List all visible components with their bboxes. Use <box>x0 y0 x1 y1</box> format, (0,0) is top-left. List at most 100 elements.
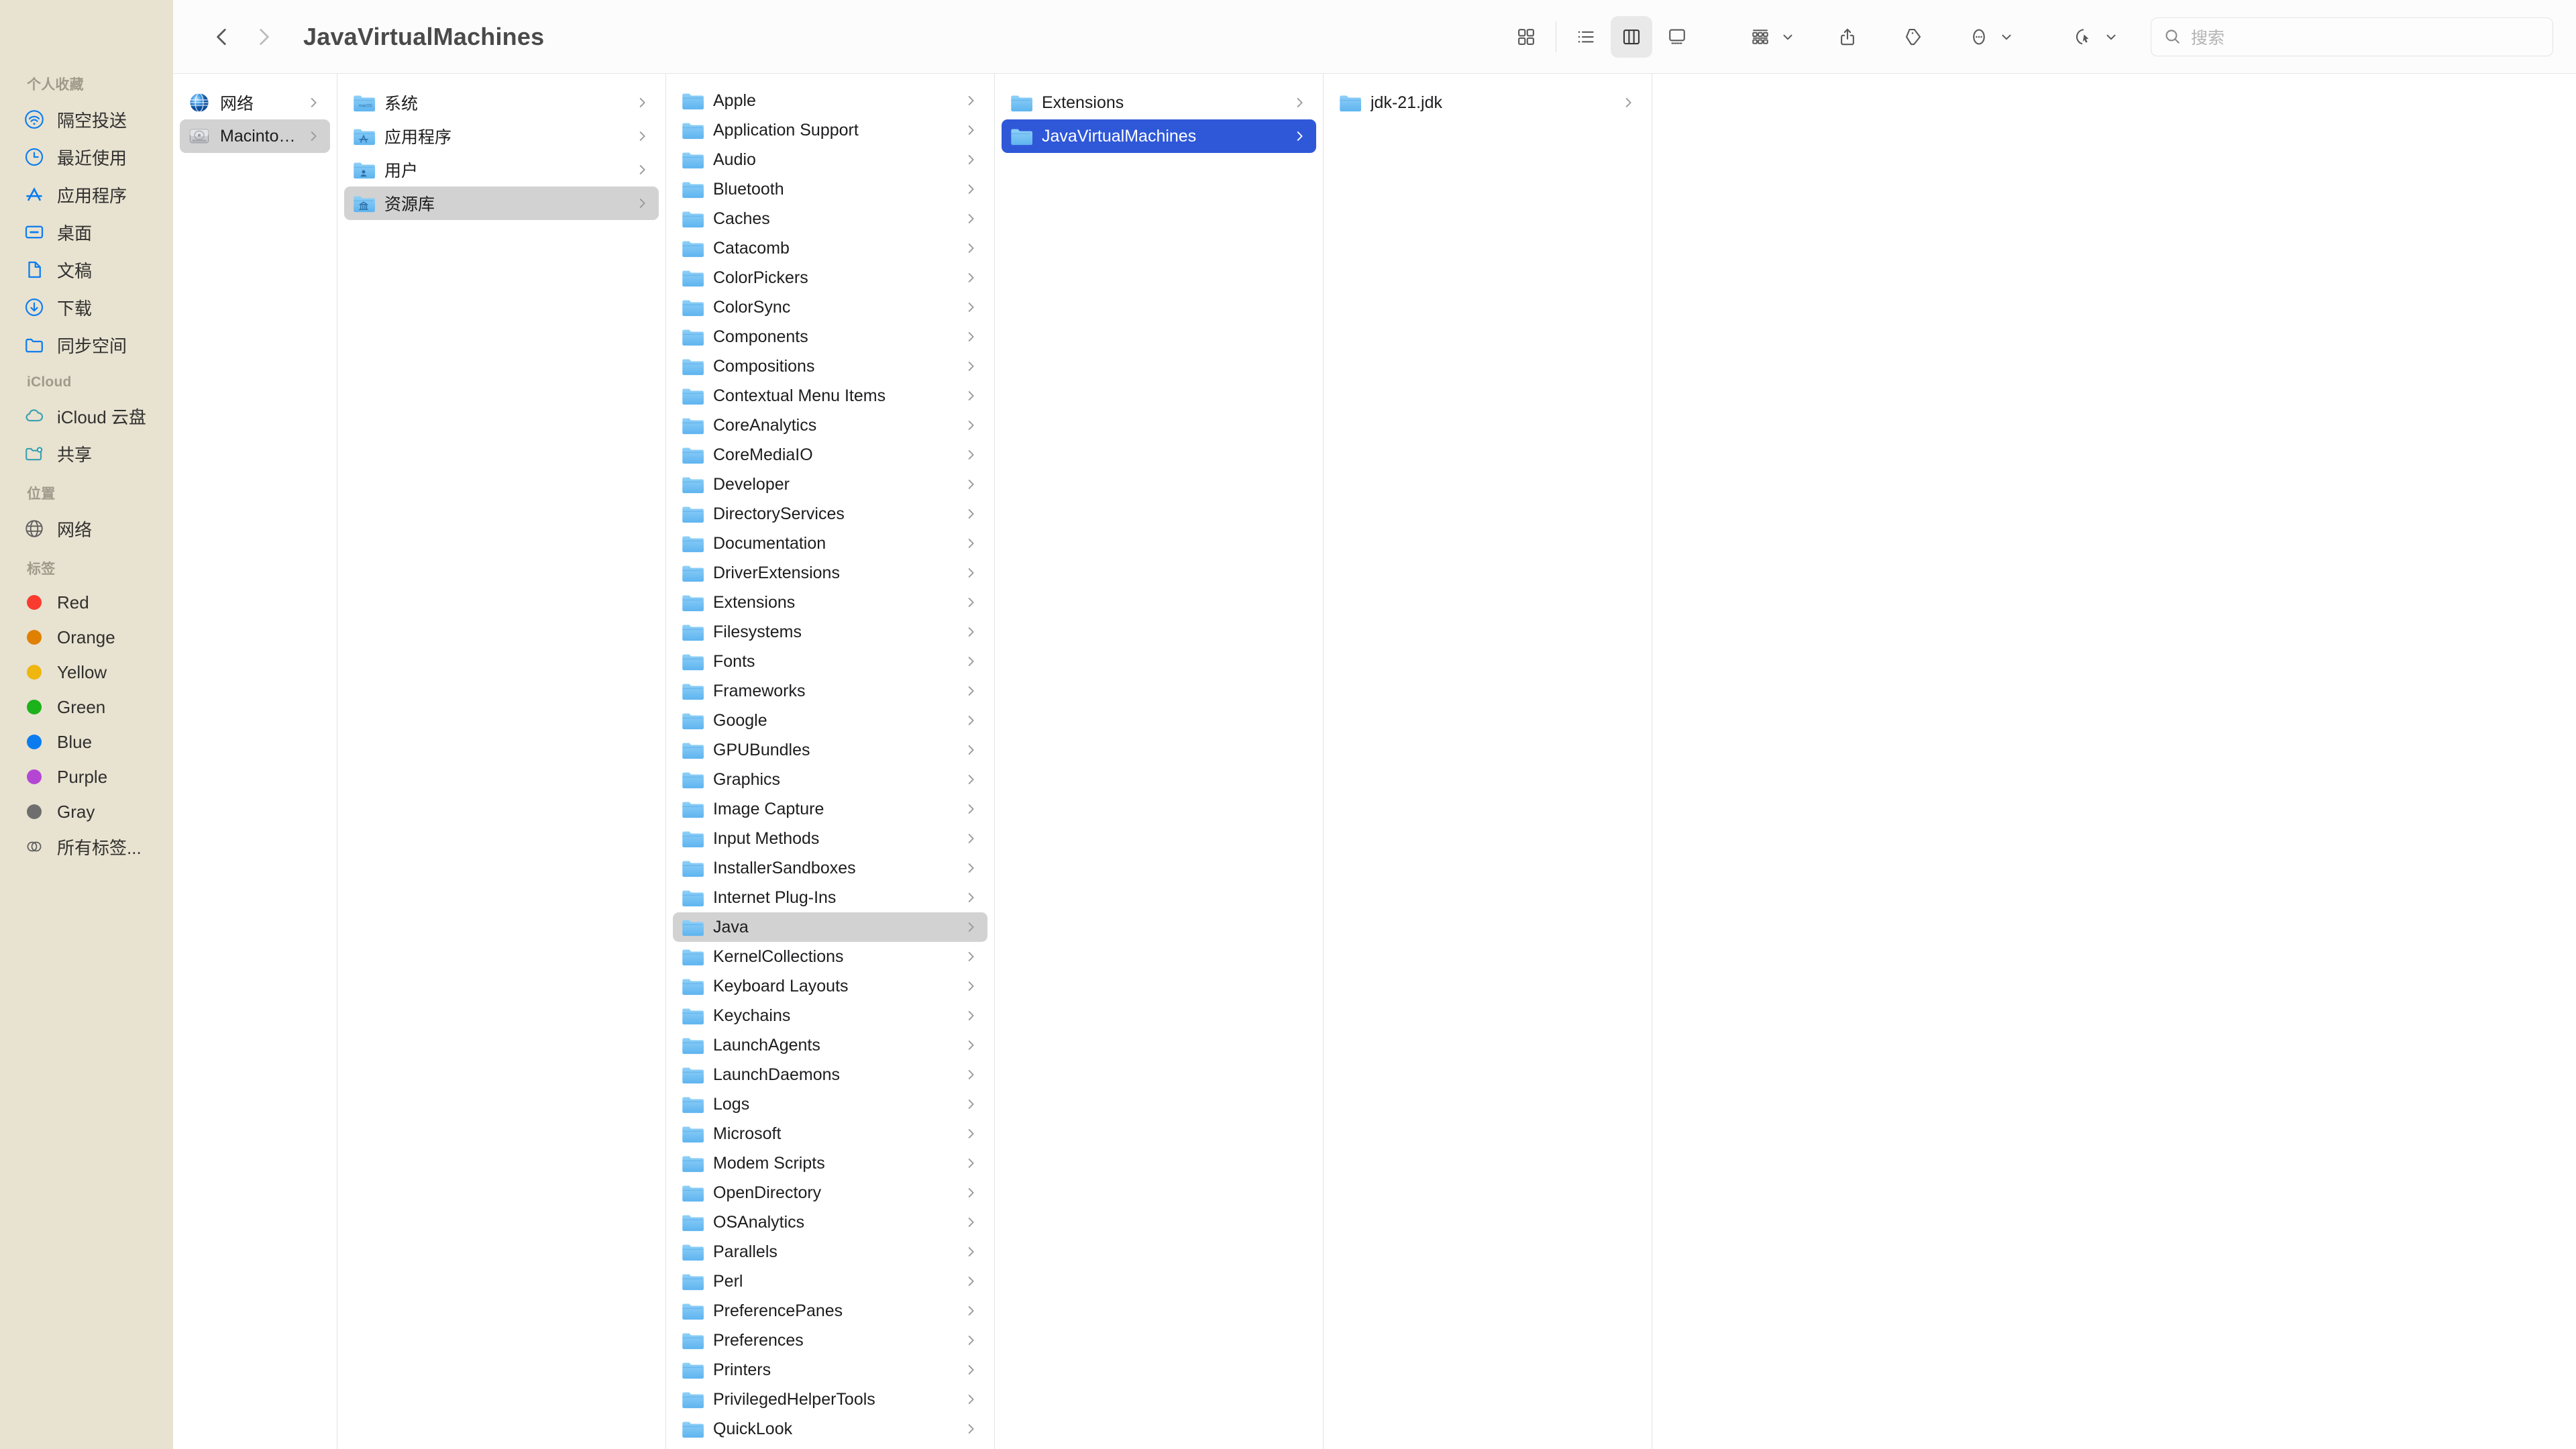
sidebar-item-documents[interactable]: 文稿 <box>12 251 161 288</box>
more-actions-button[interactable] <box>1958 16 2000 58</box>
column-row[interactable]: Perl <box>673 1267 987 1296</box>
column-row[interactable]: Contextual Menu Items <box>673 381 987 411</box>
column-row[interactable]: ColorSync <box>673 292 987 322</box>
column-row[interactable]: Keychains <box>673 1001 987 1030</box>
column-row[interactable]: InstallerSandboxes <box>673 853 987 883</box>
column-row[interactable]: Image Capture <box>673 794 987 824</box>
column-row[interactable]: JavaVirtualMachines <box>1002 119 1316 153</box>
column-row[interactable]: QuickLook <box>673 1414 987 1444</box>
sidebar-tag-green[interactable]: Green <box>12 690 161 724</box>
sidebar-item-shared[interactable]: 共享 <box>12 435 161 472</box>
column-row[interactable]: Catacomb <box>673 233 987 263</box>
column-library[interactable]: Apple Application Support Audio Bluetoot… <box>666 74 995 1449</box>
column-row[interactable]: Modem Scripts <box>673 1148 987 1178</box>
column-row[interactable]: Graphics <box>673 765 987 794</box>
column-java[interactable]: Extensions JavaVirtualMachines <box>995 74 1324 1449</box>
folder-icon <box>681 443 704 466</box>
column-row[interactable]: macOS 系统 <box>344 86 659 119</box>
column-row[interactable]: 用户 <box>344 153 659 186</box>
more-actions-chevron[interactable] <box>1999 30 2014 44</box>
column-row[interactable]: CoreMediaIO <box>673 440 987 470</box>
column-devices[interactable]: 网络 Macintosh HD <box>173 74 337 1449</box>
column-row[interactable]: Filesystems <box>673 617 987 647</box>
column-row[interactable]: Input Methods <box>673 824 987 853</box>
column-row[interactable]: 资源库 <box>344 186 659 220</box>
column-row[interactable]: DriverExtensions <box>673 558 987 588</box>
quick-actions-chevron[interactable] <box>2104 30 2118 44</box>
column-row[interactable]: 网络 <box>180 86 330 119</box>
column-row[interactable]: Logs <box>673 1089 987 1119</box>
column-row[interactable]: Printers <box>673 1355 987 1385</box>
column-row[interactable]: Frameworks <box>673 676 987 706</box>
tag-button[interactable] <box>1892 16 1934 58</box>
column-row[interactable]: CoreAnalytics <box>673 411 987 440</box>
sidebar-tag-red[interactable]: Red <box>12 585 161 620</box>
sidebar-item-applications[interactable]: 应用程序 <box>12 176 161 213</box>
sidebar-item-network[interactable]: 网络 <box>12 510 161 547</box>
column-row[interactable]: 应用程序 <box>344 119 659 153</box>
column-javavirtualmachines[interactable]: jdk-21.jdk <box>1324 74 1652 1449</box>
column-row[interactable]: Caches <box>673 204 987 233</box>
column-row[interactable]: Extensions <box>673 588 987 617</box>
column-row[interactable]: Extensions <box>1002 86 1316 119</box>
column-row[interactable]: LaunchAgents <box>673 1030 987 1060</box>
column-macintosh-hd[interactable]: macOS 系统 应用程序 用户 资源库 <box>337 74 666 1449</box>
sidebar-tag-orange[interactable]: Orange <box>12 620 161 655</box>
sidebar-tag-label: Red <box>57 592 89 612</box>
column-row[interactable]: Developer <box>673 470 987 499</box>
column-row[interactable]: Apple <box>673 86 987 115</box>
column-row[interactable]: Internet Plug-Ins <box>673 883 987 912</box>
column-row[interactable]: OpenDirectory <box>673 1178 987 1208</box>
folder-icon <box>681 119 704 142</box>
column-row[interactable]: Preferences <box>673 1326 987 1355</box>
sidebar-tag-blue[interactable]: Blue <box>12 724 161 759</box>
column-row[interactable]: LaunchDaemons <box>673 1060 987 1089</box>
column-row[interactable]: Documentation <box>673 529 987 558</box>
search-field[interactable]: 搜索 <box>2151 17 2553 56</box>
column-row-label: DriverExtensions <box>713 563 840 582</box>
sidebar-tag-yellow[interactable]: Yellow <box>12 655 161 690</box>
column-row[interactable]: Audio <box>673 145 987 174</box>
gallery-view-button[interactable] <box>1656 16 1698 58</box>
column-row[interactable]: Macintosh HD <box>180 119 330 153</box>
sidebar-all-tags[interactable]: 所有标签... <box>12 829 161 864</box>
column-view-button[interactable] <box>1611 15 1652 58</box>
quick-actions-button[interactable] <box>2063 16 2104 58</box>
column-row[interactable]: Microsoft <box>673 1119 987 1148</box>
column-row[interactable]: PreferencePanes <box>673 1296 987 1326</box>
sidebar-tag-purple[interactable]: Purple <box>12 759 161 794</box>
column-row[interactable]: Fonts <box>673 647 987 676</box>
column-row[interactable]: Components <box>673 322 987 352</box>
sidebar-item-icloud-drive[interactable]: iCloud 云盘 <box>12 397 161 435</box>
column-row[interactable]: Java <box>673 912 987 942</box>
sidebar-item-airdrop[interactable]: 隔空投送 <box>12 101 161 138</box>
column-row[interactable]: PrivilegedHelperTools <box>673 1385 987 1414</box>
column-row[interactable]: Parallels <box>673 1237 987 1267</box>
share-button[interactable] <box>1827 16 1868 58</box>
column-row[interactable]: OSAnalytics <box>673 1208 987 1237</box>
column-row[interactable]: Bluetooth <box>673 174 987 204</box>
column-row[interactable]: Receipts <box>673 1444 987 1449</box>
column-row[interactable]: Keyboard Layouts <box>673 971 987 1001</box>
column-row[interactable]: jdk-21.jdk <box>1330 86 1645 119</box>
sidebar-item-downloads[interactable]: 下载 <box>12 288 161 326</box>
tag-dot-icon <box>23 626 46 649</box>
sidebar-item-recents[interactable]: 最近使用 <box>12 138 161 176</box>
column-row[interactable]: KernelCollections <box>673 942 987 971</box>
sidebar-tag-gray[interactable]: Gray <box>12 794 161 829</box>
column-row[interactable]: ColorPickers <box>673 263 987 292</box>
forward-button[interactable] <box>243 16 284 58</box>
group-by-chevron[interactable] <box>1780 30 1795 44</box>
icon-view-button[interactable] <box>1505 16 1547 58</box>
group-by-button[interactable] <box>1739 16 1781 58</box>
list-view-button[interactable] <box>1565 16 1607 58</box>
sidebar-item-desktop[interactable]: 桌面 <box>12 213 161 251</box>
column-row[interactable]: DirectoryServices <box>673 499 987 529</box>
column-row[interactable]: Google <box>673 706 987 735</box>
column-row[interactable]: Application Support <box>673 115 987 145</box>
column-empty-preview[interactable] <box>1652 74 2576 1449</box>
back-button[interactable] <box>201 16 243 58</box>
column-row[interactable]: Compositions <box>673 352 987 381</box>
sidebar-item-sync-space[interactable]: 同步空间 <box>12 326 161 364</box>
column-row[interactable]: GPUBundles <box>673 735 987 765</box>
